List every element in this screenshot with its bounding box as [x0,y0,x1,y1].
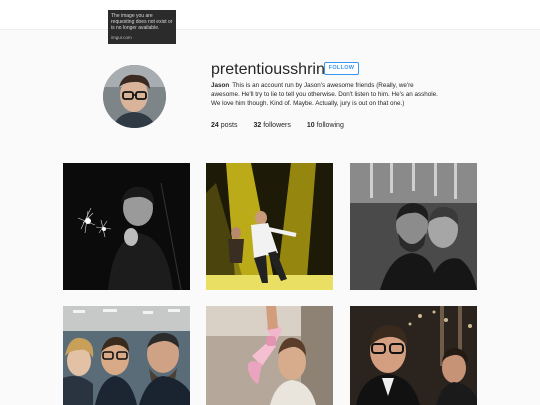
post-thumbnail-6[interactable] [350,306,477,405]
posts-count: 24 [211,122,219,129]
posts-label: posts [220,122,238,129]
following-label: following [316,122,344,129]
broken-image-placeholder: The image you are requesting does not ex… [108,10,176,44]
post-photo-pink-bow [206,306,333,405]
post-thumbnail-5[interactable] [206,306,333,405]
post-thumbnail-4[interactable] [63,306,190,405]
broken-image-message: The image you are requesting does not ex… [111,13,173,31]
posts-stat: 24 posts [211,122,237,129]
followers-stat[interactable]: 32 followers [253,122,290,129]
post-thumbnail-2[interactable] [206,163,333,290]
follow-button[interactable]: FOLLOW [324,62,359,75]
following-count: 10 [306,122,315,129]
post-thumbnail-1[interactable] [63,163,190,290]
profile-stats: 24 posts 32 followers 10 following [211,122,344,129]
profile-avatar[interactable] [103,65,166,128]
profile-bio-text: This is an account run by Jason's awesom… [211,82,438,107]
post-photo-group-selfie [63,306,190,405]
post-photo-concert [206,163,333,290]
followers-label: followers [263,122,291,129]
post-photo-two-men [350,163,477,290]
post-thumbnail-3[interactable] [350,163,477,290]
followers-count: 32 [253,122,262,129]
avatar-photo [103,65,166,128]
top-navigation-bar [0,0,540,30]
profile-display-name: Jason [211,82,230,89]
post-photo-party-selfie [350,306,477,405]
profile-username: pretentiousshrink [211,61,333,78]
following-stat[interactable]: 10 following [307,122,344,129]
post-photo-sparkler [63,163,190,290]
broken-image-source: imgur.com [111,35,132,40]
profile-bio: Jason This is an account run by Jason's a… [211,81,441,108]
